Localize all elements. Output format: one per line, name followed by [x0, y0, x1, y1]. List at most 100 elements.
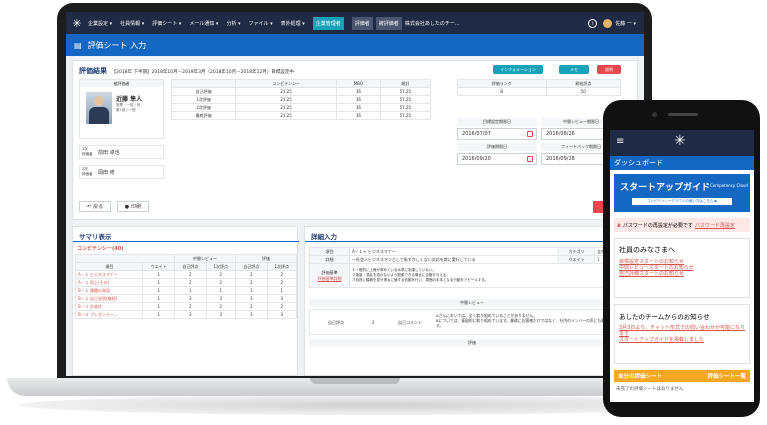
team-link[interactable]: 3月3日より、チャット形式での問い合わせが可能になります: [619, 325, 745, 337]
nav-item-eval-sheet[interactable]: 評価シート ▾: [152, 20, 181, 27]
score-cell: 36: [336, 103, 381, 112]
score-cell: 57.25: [379, 111, 432, 120]
back-button[interactable]: ↶ 戻る: [79, 201, 111, 212]
phone-speaker: [668, 113, 698, 116]
row-val: 2: [174, 278, 207, 287]
print-icon: ●: [124, 203, 130, 210]
summary-header: 1次評点: [205, 262, 236, 271]
row-val: 2: [234, 270, 268, 279]
notice-link[interactable]: 自己評価スタートのお知らせ: [619, 271, 749, 277]
team-link[interactable]: スタートアップガイドを掲載しました: [619, 337, 745, 343]
startup-guide-banner[interactable]: スタートアップガイド Competency Cloud コンピテンシークラウドの…: [614, 174, 750, 212]
score-cell: 最終評価: [170, 111, 237, 120]
row-item[interactable]: A－１ ビジネスマナー: [74, 270, 144, 279]
nav-item-employee[interactable]: 社員情報 ▾: [120, 20, 144, 27]
score-row: 1次評価 21.25 36 57.25: [170, 95, 432, 104]
row-val: 3: [234, 294, 268, 303]
table-row[interactable]: B－１ 課題の発見 1 1 1 1 1: [74, 286, 298, 295]
date-input-goal[interactable]: 2016/07/07: [457, 128, 537, 140]
summary-panel: サマリ表示 コンピテンシー(40) 中間レビュー 評価 項目 ウエイト 自己評点…: [72, 226, 299, 376]
help-button-label: 説明: [605, 66, 613, 72]
rank-value-row: B 50: [457, 87, 622, 96]
title-bar: ▤ 評価シート 入力: [66, 34, 644, 56]
team-notice-card: あしたのチームからのお知らせ 3月3日より、チャット形式での問い合わせが可能にな…: [614, 304, 750, 364]
role-evaluatee-button[interactable]: 被評価者: [375, 16, 402, 30]
score-cell: 57.25: [379, 87, 432, 96]
criteria-link[interactable]: 評価基準詳細: [312, 276, 347, 282]
table-row[interactable]: A－２ 同上(その) 1 2 2 2 2: [74, 278, 298, 287]
score-cell: 21.25: [235, 87, 338, 96]
row-item[interactable]: B－２ 自己学習(継続): [74, 294, 144, 303]
row-weight: 1: [142, 270, 176, 279]
memo-button[interactable]: メモ: [559, 65, 589, 74]
user-menu[interactable]: 佐藤 一 ▾: [615, 20, 636, 27]
info-button-label: インフォメーション: [500, 66, 536, 72]
nav-item-mail[interactable]: メール通知 ▾: [189, 20, 218, 27]
back-label: 戻る: [93, 204, 104, 210]
summary-divider: [73, 241, 299, 242]
self-comment-label: 自己コメント: [398, 320, 422, 325]
sheet-list-tab[interactable]: 評価シート一覧: [707, 372, 746, 380]
rank-label: 評価ランク: [457, 79, 547, 88]
desc-label: 詳細: [309, 255, 350, 264]
team-title: あしたのチームからのお知らせ: [619, 313, 710, 321]
self-score-value: 2: [372, 320, 375, 325]
nav-item-other[interactable]: 表外処理 ▾: [281, 20, 305, 27]
weight-label: ウエイト: [558, 255, 595, 264]
calendar-icon[interactable]: [527, 156, 533, 162]
criteria-cell: 評価基準 評価基準詳細: [309, 263, 350, 288]
nav-item-file[interactable]: ファイル ▾: [249, 20, 273, 27]
category-label: カテゴリ: [558, 247, 595, 256]
date-value: 2016/09/28: [546, 156, 575, 162]
row-val: 2: [234, 302, 268, 311]
score-row: 2次評価 21.25 36 57.25: [170, 103, 432, 112]
nav-item-analysis[interactable]: 分析 ▾: [226, 20, 240, 27]
help-button[interactable]: 説明: [597, 65, 621, 74]
row-item[interactable]: B－４ プレゼンテー...: [74, 310, 144, 319]
summary-header: 自己評点: [234, 262, 268, 271]
table-row[interactable]: B－３ 計画性 1 2 2 2 2: [74, 302, 298, 311]
info-button[interactable]: インフォメーション: [493, 65, 543, 74]
score-header: 総計: [379, 79, 432, 88]
my-sheet-tab[interactable]: 自分の評価シート: [618, 372, 662, 380]
table-row[interactable]: A－１ ビジネスマナー 1 2 2 2 2: [74, 270, 298, 279]
role-admin-button[interactable]: 企業管理者: [312, 16, 344, 30]
row-item[interactable]: B－１ 課題の発見: [74, 286, 144, 295]
hamburger-icon[interactable]: ≡: [616, 136, 624, 147]
avatar[interactable]: [603, 18, 613, 28]
info-icon[interactable]: i: [588, 18, 598, 28]
row-val: 1: [205, 286, 236, 295]
score-cell: 57.25: [379, 103, 432, 112]
score-row: 自己評価 21.25 36 57.25: [170, 87, 432, 96]
alert-text: パスワードの再設定が必要です: [622, 222, 693, 229]
date-input-eval[interactable]: 2016/09/20: [457, 153, 537, 165]
print-button[interactable]: ● 印刷: [117, 201, 149, 212]
row-item[interactable]: A－２ 同上(その): [74, 278, 144, 287]
row-val: 3: [234, 310, 268, 319]
evaluator1-name: 前田 卓也: [98, 149, 120, 156]
score-cell: 36: [336, 111, 381, 120]
row-val: 2: [266, 278, 298, 287]
phone-screen: ≡ ✳ ダッシュボード スタートアップガイド Competency Cloud …: [610, 130, 754, 402]
rank-table: 評価ランク 昇給評点 B 50: [457, 79, 622, 96]
mid-review-row: 自己評点 2 自己コメント Aさんにおいては、全く取り組めていることがありません…: [309, 309, 635, 335]
score-header: [170, 79, 237, 88]
row-val: 3: [266, 310, 298, 319]
banner-note[interactable]: コンピテンシークラウドの使い方はこちら ▶: [632, 198, 732, 205]
nav-item-company-settings[interactable]: 企業設定 ▾: [88, 20, 112, 27]
alert-link[interactable]: パスワード再設定: [695, 222, 735, 229]
row-val: 3: [174, 294, 207, 303]
alert-icon: ▲: [617, 222, 621, 228]
pay-label: 昇給評点: [545, 79, 622, 88]
phone-header: ≡ ✳: [610, 130, 754, 156]
row-item[interactable]: B－３ 計画性: [74, 302, 144, 311]
rank-value: B: [457, 87, 547, 96]
pay-value: 50: [545, 87, 622, 96]
person-photo: [86, 92, 112, 124]
logo-icon: ✳: [674, 133, 686, 149]
banner-title: スタートアップガイド: [620, 183, 711, 193]
role-evaluator-button[interactable]: 評価者: [351, 16, 373, 30]
table-row[interactable]: B－２ 自己学習(継続) 1 3 3 3 3: [74, 294, 298, 303]
table-row[interactable]: B－４ プレゼンテー... 1 3 3 3 3: [74, 310, 298, 319]
calendar-icon[interactable]: [527, 131, 533, 137]
